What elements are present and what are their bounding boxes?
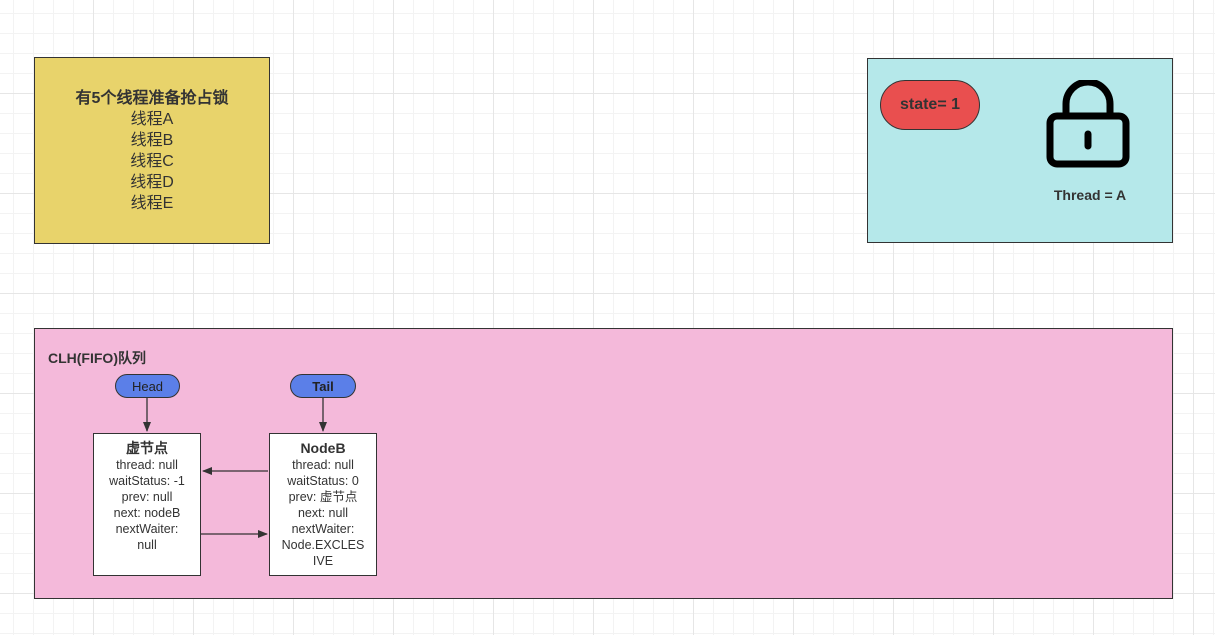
node-field: thread: null	[292, 458, 354, 472]
node-field: Node.EXCLES	[281, 538, 365, 552]
node-field: prev: null	[121, 490, 173, 504]
node-field: null	[137, 538, 157, 552]
lock-icon	[1046, 80, 1130, 168]
head-pointer: Head	[115, 374, 180, 398]
node-field: next: nodeB	[113, 506, 181, 520]
node-field: waitStatus: 0	[287, 474, 359, 488]
queue-node-dummy: 虚节点 thread: null waitStatus: -1 prev: nu…	[93, 433, 201, 576]
thread-item: 线程A	[130, 110, 174, 128]
threads-box: 有5个线程准备抢占锁 线程A 线程B 线程C 线程D 线程E	[34, 57, 270, 244]
queue-node-b: NodeB thread: null waitStatus: 0 prev: 虚…	[269, 433, 377, 576]
node-title: NodeB	[300, 440, 346, 456]
clh-queue-box	[34, 328, 1173, 599]
lock-owner-label: Thread = A	[1053, 187, 1127, 203]
node-field: nextWaiter:	[115, 522, 179, 536]
state-pill: state= 1	[880, 80, 980, 130]
thread-item: 线程B	[130, 131, 174, 149]
node-field: next: null	[297, 506, 349, 520]
thread-item: 线程D	[130, 173, 174, 191]
tail-pointer: Tail	[290, 374, 356, 398]
node-field: IVE	[312, 554, 334, 568]
threads-title: 有5个线程准备抢占锁	[75, 89, 229, 107]
node-field: thread: null	[116, 458, 178, 472]
node-field: prev: 虚节点	[288, 490, 358, 504]
node-field: nextWaiter:	[291, 522, 355, 536]
thread-item: 线程E	[130, 194, 174, 212]
queue-title: CLH(FIFO)队列	[48, 350, 146, 366]
node-title: 虚节点	[126, 440, 168, 456]
node-field: waitStatus: -1	[109, 474, 185, 488]
thread-item: 线程C	[130, 152, 174, 170]
